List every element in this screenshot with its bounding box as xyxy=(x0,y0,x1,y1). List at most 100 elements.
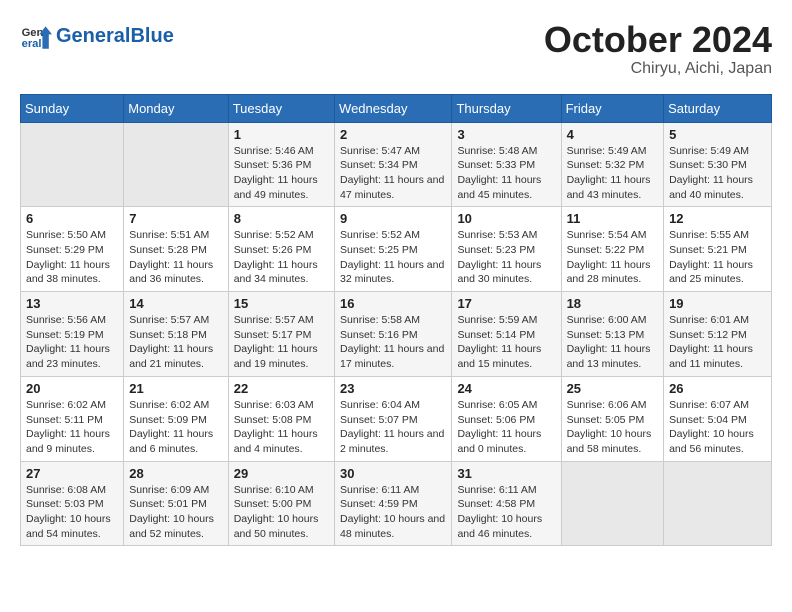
month-title: October 2024 xyxy=(544,20,772,60)
calendar-cell: 24 Sunrise: 6:05 AM Sunset: 5:06 PM Dayli… xyxy=(452,376,561,461)
calendar-cell: 5 Sunrise: 5:49 AM Sunset: 5:30 PM Daylig… xyxy=(664,122,772,207)
calendar-cell xyxy=(21,122,124,207)
location: Chiryu, Aichi, Japan xyxy=(544,60,772,78)
calendar-cell: 25 Sunrise: 6:06 AM Sunset: 5:05 PM Dayli… xyxy=(561,376,664,461)
day-number: 6 xyxy=(26,211,118,226)
day-number: 15 xyxy=(234,296,329,311)
calendar-cell: 15 Sunrise: 5:57 AM Sunset: 5:17 PM Dayli… xyxy=(228,292,334,377)
logo: Gen eral GeneralBlue xyxy=(20,20,174,52)
calendar-cell: 17Sunrise: 5:59 AM Sunset: 5:14 PM Dayli… xyxy=(452,292,561,377)
day-info: Sunrise: 5:52 AM Sunset: 5:26 PM Dayligh… xyxy=(234,228,329,287)
day-number: 12 xyxy=(669,211,766,226)
day-number: 3 xyxy=(457,127,555,142)
calendar-cell: 23Sunrise: 6:04 AM Sunset: 5:07 PM Dayli… xyxy=(335,376,452,461)
day-number: 20 xyxy=(26,381,118,396)
day-number: 27 xyxy=(26,466,118,481)
week-row-2: 6 Sunrise: 5:50 AM Sunset: 5:29 PM Daylig… xyxy=(21,207,772,292)
day-info: Sunrise: 6:07 AM Sunset: 5:04 PM Dayligh… xyxy=(669,398,766,457)
calendar-cell xyxy=(124,122,228,207)
calendar-cell: 14Sunrise: 5:57 AM Sunset: 5:18 PM Dayli… xyxy=(124,292,228,377)
calendar-cell: 12Sunrise: 5:55 AM Sunset: 5:21 PM Dayli… xyxy=(664,207,772,292)
logo-general: General xyxy=(56,25,130,47)
day-info: Sunrise: 6:03 AM Sunset: 5:08 PM Dayligh… xyxy=(234,398,329,457)
day-info: Sunrise: 5:56 AM Sunset: 5:19 PM Dayligh… xyxy=(26,313,118,372)
day-info: Sunrise: 5:59 AM Sunset: 5:14 PM Dayligh… xyxy=(457,313,555,372)
header-row: SundayMondayTuesdayWednesdayThursdayFrid… xyxy=(21,94,772,122)
day-number: 8 xyxy=(234,211,329,226)
day-info: Sunrise: 6:09 AM Sunset: 5:01 PM Dayligh… xyxy=(129,483,222,542)
calendar-cell: 10 Sunrise: 5:53 AM Sunset: 5:23 PM Dayli… xyxy=(452,207,561,292)
week-row-4: 20 Sunrise: 6:02 AM Sunset: 5:11 PM Dayli… xyxy=(21,376,772,461)
calendar-cell: 1Sunrise: 5:46 AM Sunset: 5:36 PM Daylig… xyxy=(228,122,334,207)
day-info: Sunrise: 5:57 AM Sunset: 5:17 PM Dayligh… xyxy=(234,313,329,372)
title-block: October 2024 Chiryu, Aichi, Japan xyxy=(544,20,772,78)
day-header-wednesday: Wednesday xyxy=(335,94,452,122)
calendar-cell xyxy=(561,461,664,546)
day-number: 31 xyxy=(457,466,555,481)
calendar-cell: 16 Sunrise: 5:58 AM Sunset: 5:16 PM Dayli… xyxy=(335,292,452,377)
day-info: Sunrise: 5:52 AM Sunset: 5:25 PM Dayligh… xyxy=(340,228,446,287)
day-number: 7 xyxy=(129,211,222,226)
calendar-cell: 8 Sunrise: 5:52 AM Sunset: 5:26 PM Daylig… xyxy=(228,207,334,292)
day-number: 24 xyxy=(457,381,555,396)
logo-text: GeneralBlue xyxy=(56,25,174,47)
day-number: 13 xyxy=(26,296,118,311)
day-info: Sunrise: 5:49 AM Sunset: 5:30 PM Dayligh… xyxy=(669,144,766,203)
calendar-cell: 9 Sunrise: 5:52 AM Sunset: 5:25 PM Daylig… xyxy=(335,207,452,292)
calendar-cell: 4 Sunrise: 5:49 AM Sunset: 5:32 PM Daylig… xyxy=(561,122,664,207)
day-info: Sunrise: 6:00 AM Sunset: 5:13 PM Dayligh… xyxy=(567,313,659,372)
calendar-cell: 21 Sunrise: 6:02 AM Sunset: 5:09 PM Dayli… xyxy=(124,376,228,461)
calendar-table: SundayMondayTuesdayWednesdayThursdayFrid… xyxy=(20,94,772,547)
day-info: Sunrise: 6:08 AM Sunset: 5:03 PM Dayligh… xyxy=(26,483,118,542)
day-number: 16 xyxy=(340,296,446,311)
day-info: Sunrise: 6:05 AM Sunset: 5:06 PM Dayligh… xyxy=(457,398,555,457)
week-row-3: 13 Sunrise: 5:56 AM Sunset: 5:19 PM Dayli… xyxy=(21,292,772,377)
day-header-thursday: Thursday xyxy=(452,94,561,122)
calendar-cell: 29Sunrise: 6:10 AM Sunset: 5:00 PM Dayli… xyxy=(228,461,334,546)
calendar-cell: 31 Sunrise: 6:11 AM Sunset: 4:58 PM Dayli… xyxy=(452,461,561,546)
svg-text:eral: eral xyxy=(22,38,42,50)
day-info: Sunrise: 6:06 AM Sunset: 5:05 PM Dayligh… xyxy=(567,398,659,457)
day-number: 5 xyxy=(669,127,766,142)
day-header-sunday: Sunday xyxy=(21,94,124,122)
calendar-cell: 3 Sunrise: 5:48 AM Sunset: 5:33 PM Daylig… xyxy=(452,122,561,207)
day-info: Sunrise: 6:11 AM Sunset: 4:59 PM Dayligh… xyxy=(340,483,446,542)
day-number: 11 xyxy=(567,211,659,226)
day-number: 30 xyxy=(340,466,446,481)
day-info: Sunrise: 6:02 AM Sunset: 5:11 PM Dayligh… xyxy=(26,398,118,457)
day-info: Sunrise: 6:02 AM Sunset: 5:09 PM Dayligh… xyxy=(129,398,222,457)
day-info: Sunrise: 6:11 AM Sunset: 4:58 PM Dayligh… xyxy=(457,483,555,542)
week-row-5: 27 Sunrise: 6:08 AM Sunset: 5:03 PM Dayli… xyxy=(21,461,772,546)
day-info: Sunrise: 6:10 AM Sunset: 5:00 PM Dayligh… xyxy=(234,483,329,542)
day-info: Sunrise: 5:47 AM Sunset: 5:34 PM Dayligh… xyxy=(340,144,446,203)
day-info: Sunrise: 5:58 AM Sunset: 5:16 PM Dayligh… xyxy=(340,313,446,372)
day-info: Sunrise: 5:48 AM Sunset: 5:33 PM Dayligh… xyxy=(457,144,555,203)
day-info: Sunrise: 5:49 AM Sunset: 5:32 PM Dayligh… xyxy=(567,144,659,203)
day-number: 2 xyxy=(340,127,446,142)
day-number: 21 xyxy=(129,381,222,396)
page-header: Gen eral GeneralBlue October 2024 Chiryu… xyxy=(20,20,772,78)
calendar-cell: 13 Sunrise: 5:56 AM Sunset: 5:19 PM Dayli… xyxy=(21,292,124,377)
calendar-cell: 26Sunrise: 6:07 AM Sunset: 5:04 PM Dayli… xyxy=(664,376,772,461)
calendar-cell xyxy=(664,461,772,546)
day-number: 4 xyxy=(567,127,659,142)
svg-text:Gen: Gen xyxy=(22,27,44,39)
day-number: 22 xyxy=(234,381,329,396)
day-info: Sunrise: 5:57 AM Sunset: 5:18 PM Dayligh… xyxy=(129,313,222,372)
day-header-saturday: Saturday xyxy=(664,94,772,122)
day-info: Sunrise: 5:53 AM Sunset: 5:23 PM Dayligh… xyxy=(457,228,555,287)
day-info: Sunrise: 5:50 AM Sunset: 5:29 PM Dayligh… xyxy=(26,228,118,287)
day-info: Sunrise: 5:51 AM Sunset: 5:28 PM Dayligh… xyxy=(129,228,222,287)
day-number: 25 xyxy=(567,381,659,396)
day-header-friday: Friday xyxy=(561,94,664,122)
day-header-tuesday: Tuesday xyxy=(228,94,334,122)
calendar-cell: 11Sunrise: 5:54 AM Sunset: 5:22 PM Dayli… xyxy=(561,207,664,292)
day-number: 18 xyxy=(567,296,659,311)
day-number: 1 xyxy=(234,127,329,142)
logo-blue: Blue xyxy=(130,25,173,47)
day-info: Sunrise: 6:04 AM Sunset: 5:07 PM Dayligh… xyxy=(340,398,446,457)
calendar-cell: 30 Sunrise: 6:11 AM Sunset: 4:59 PM Dayli… xyxy=(335,461,452,546)
day-number: 10 xyxy=(457,211,555,226)
calendar-cell: 20 Sunrise: 6:02 AM Sunset: 5:11 PM Dayli… xyxy=(21,376,124,461)
day-number: 9 xyxy=(340,211,446,226)
